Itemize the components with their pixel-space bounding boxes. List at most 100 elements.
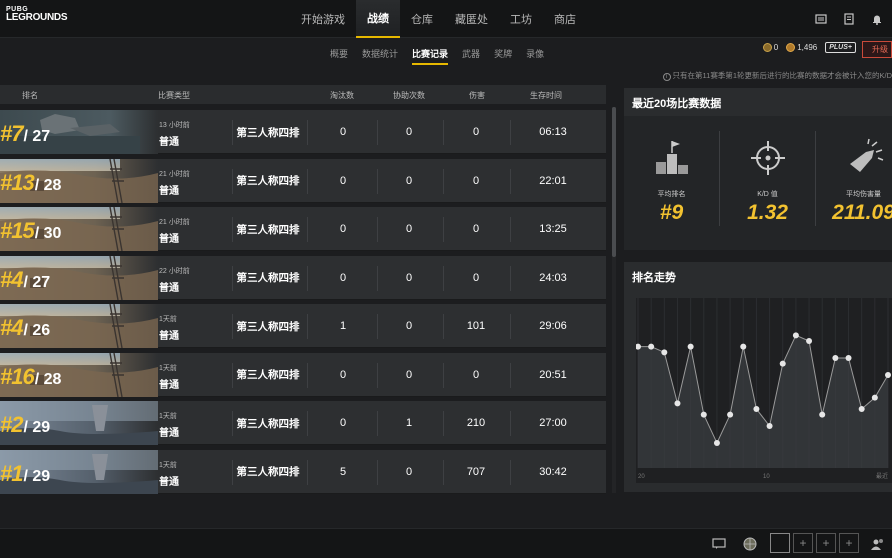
total-teams: / 27 [23,128,51,145]
trend-point[interactable] [819,411,826,418]
trend-point[interactable] [779,360,786,367]
cell-divider [377,217,378,242]
info-icon: i [662,73,671,81]
party-slot-3[interactable]: + [816,533,836,553]
trend-point[interactable] [871,394,878,401]
trend-point[interactable] [885,372,891,378]
match-rank: #13/ 28 [0,170,61,196]
trend-point[interactable] [648,343,655,350]
trend-point[interactable] [674,400,681,407]
party-slot-1[interactable] [770,533,790,553]
subtab-overview[interactable]: 概要 [330,47,348,65]
match-damage: 0 [472,223,480,235]
match-type: 普通 [159,282,179,294]
header-assists: 协助次数 [393,91,425,100]
trend-point[interactable] [687,343,694,350]
rank-trend-chart: 20 10 最近 [635,298,892,483]
plus-badge[interactable]: PLUS+ [825,42,856,53]
match-type: 普通 [159,428,179,439]
match-table-header: 排名 比赛类型 淘汰数 协助次数 伤害 生存时间 [0,85,606,104]
tab-inventory[interactable]: 仓库 [400,0,444,38]
upgrade-button[interactable]: 升级 [862,41,892,58]
cell-divider [510,168,511,194]
match-assists: 0 [405,223,413,235]
cell-divider [443,362,444,388]
x-tick-label: 最近 [876,472,888,480]
match-row[interactable]: #1/ 29 1天前 普通 第三人称四排 5 0 707 30:42 [0,449,606,494]
subtab-stats[interactable]: 数据统计 [362,47,398,65]
recent-stats-panel: 最近20场比赛数据 平均排名 #9 K/D 值 1.32 平均伤害量 211.0… [624,88,892,250]
chat-icon[interactable] [711,536,727,552]
trend-point[interactable] [858,406,865,412]
tab-career[interactable]: 战绩 [356,0,400,38]
tab-workshop[interactable]: 工坊 [499,0,543,38]
cell-divider [307,120,308,145]
match-row[interactable]: #4/ 26 1天前 普通 第三人称四排 1 0 101 29:06 [0,304,606,348]
subtab-weapons[interactable]: 武器 [462,47,480,65]
match-type: 普通 [159,137,179,148]
trend-point[interactable] [661,349,668,356]
match-row[interactable]: #16/ 28 1天前 普通 第三人称四排 0 0 0 20:51 [0,352,606,397]
match-assists: 0 [405,465,413,478]
match-survival-time: 27:00 [539,417,567,429]
match-damage: 0 [472,368,480,381]
placement: #15 [0,218,35,243]
trend-point[interactable] [740,343,747,350]
stat-kd: K/D 值 1.32 [720,116,815,250]
trend-point[interactable] [792,332,799,339]
header-rank: 排名 [22,91,38,100]
cell-divider [307,217,308,242]
match-row[interactable]: #2/ 29 1天前 普通 第三人称四排 0 1 210 27:00 [0,401,606,445]
match-row[interactable]: #7/ 27 13 小时前 普通 第三人称四排 0 0 0 06:13 [0,110,606,154]
trend-point[interactable] [753,406,760,412]
subtab-replays[interactable]: 录像 [526,47,544,65]
match-damage: 0 [472,174,480,187]
stat-kd-value: 1.32 [747,201,788,224]
match-damage: 0 [472,271,480,284]
cell-divider [307,168,308,194]
trend-point[interactable] [832,355,839,361]
match-survival-time: 24:03 [539,271,567,284]
tab-stash[interactable]: 藏匿处 [444,0,499,38]
pubg-logo[interactable]: PUBG LEGROUNDS [6,6,68,23]
tab-store[interactable]: 商店 [543,0,587,38]
tab-play[interactable]: 开始游戏 [290,0,356,38]
match-mode: 第三人称四排 [236,175,300,187]
party-slot-2[interactable]: + [793,533,813,553]
scrollbar-thumb[interactable] [612,107,616,257]
trend-point[interactable] [727,411,734,418]
trend-point[interactable] [700,411,707,418]
party-slot-4[interactable]: + [839,533,859,553]
friends-icon[interactable] [870,536,886,552]
match-damage: 101 [466,320,486,332]
news-icon[interactable] [814,12,828,26]
stat-avg-damage-value: 211.09 [832,201,892,224]
notice-text: 只有在第11赛季第1轮更新后进行的比赛的数据才会被计入您的K/D [672,71,892,80]
logo-line2: LEGROUNDS [6,12,68,23]
subtab-match-history[interactable]: 比赛记录 [412,47,449,65]
match-survival-time: 29:06 [539,320,567,332]
trend-point[interactable] [766,423,773,429]
trend-point[interactable] [713,440,720,446]
rank-trend-svg: 20 10 最近 [635,298,891,480]
globe-icon[interactable] [742,536,758,552]
cell-divider [443,120,444,145]
subtab-medals[interactable]: 奖牌 [494,47,512,65]
bell-icon[interactable] [870,12,884,26]
mission-icon[interactable] [842,12,856,26]
cell-divider [307,362,308,388]
match-survival-time: 06:13 [539,126,567,138]
cell-divider [377,168,378,194]
match-assists: 0 [405,174,413,187]
match-row[interactable]: #13/ 28 21 小时前 普通 第三人称四排 0 0 0 22:01 [0,158,606,203]
match-mode: 第三人称四排 [236,320,300,333]
match-row[interactable]: #15/ 30 21 小时前 普通 第三人称四排 0 0 0 13:25 [0,207,606,251]
total-teams: / 30 [34,225,62,242]
match-kills: 0 [339,271,347,284]
match-mode: 第三人称四排 [236,466,300,478]
cell-divider [307,459,308,485]
trend-point[interactable] [845,355,852,361]
match-row[interactable]: #4/ 27 22 小时前 普通 第三人称四排 0 0 0 24:03 [0,255,606,300]
top-navigation-bar: PUBG LEGROUNDS 开始游戏 战绩 仓库 藏匿处 工坊 商店 [0,0,892,38]
trend-point[interactable] [806,338,813,344]
